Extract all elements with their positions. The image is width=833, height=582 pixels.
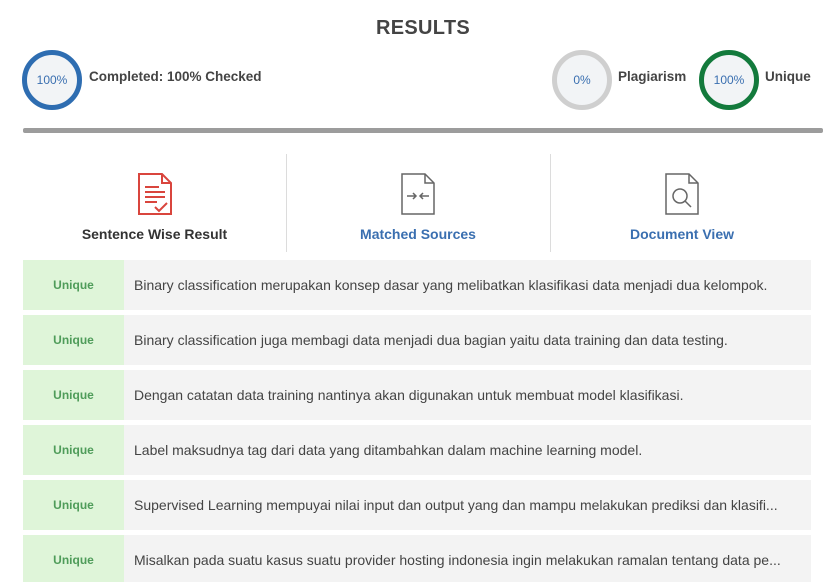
document-compare-icon bbox=[401, 173, 435, 215]
sentence-text-value: Misalkan pada suatu kasus suatu provider… bbox=[134, 552, 781, 568]
unique-value: 100% bbox=[713, 73, 745, 87]
sentence-text-value: Dengan catatan data training nantinya ak… bbox=[134, 387, 684, 403]
plagiarism-value: 0% bbox=[573, 73, 591, 87]
sentence-text: Misalkan pada suatu kasus suatu provider… bbox=[124, 535, 811, 582]
status-badge: Unique bbox=[23, 315, 124, 365]
results-page: RESULTS 100% Completed: 100% Checked 0% … bbox=[0, 0, 833, 582]
completed-value: 100% bbox=[36, 73, 68, 87]
sentence-text-value: Label maksudnya tag dari data yang ditam… bbox=[134, 442, 643, 458]
list-item[interactable]: Unique Supervised Learning mempuyai nila… bbox=[23, 480, 811, 530]
sentence-text-value: Supervised Learning mempuyai nilai input… bbox=[134, 497, 778, 513]
completed-gauge: 100% bbox=[22, 50, 82, 110]
status-badge: Unique bbox=[23, 480, 124, 530]
unique-label: Unique bbox=[765, 69, 811, 84]
tab-sentence-wise-result[interactable]: Sentence Wise Result bbox=[23, 154, 286, 252]
list-item[interactable]: Unique Misalkan pada suatu kasus suatu p… bbox=[23, 535, 811, 582]
list-item[interactable]: Unique Label maksudnya tag dari data yan… bbox=[23, 425, 811, 475]
unique-gauge: 100% bbox=[699, 50, 759, 110]
divider bbox=[23, 128, 823, 133]
sentence-text: Supervised Learning mempuyai nilai input… bbox=[124, 480, 811, 530]
result-tabs: Sentence Wise Result Matched Sources Doc… bbox=[23, 154, 813, 252]
sentence-text-value: Binary classification merupakan konsep d… bbox=[134, 277, 768, 293]
tab-document-view[interactable]: Document View bbox=[550, 154, 813, 252]
status-badge: Unique bbox=[23, 425, 124, 475]
list-item[interactable]: Unique Dengan catatan data training nant… bbox=[23, 370, 811, 420]
tab-label: Document View bbox=[630, 226, 734, 242]
status-badge: Unique bbox=[23, 370, 124, 420]
list-item[interactable]: Unique Binary classification juga membag… bbox=[23, 315, 811, 365]
sentence-text: Dengan catatan data training nantinya ak… bbox=[124, 370, 811, 420]
list-item[interactable]: Unique Binary classification merupakan k… bbox=[23, 260, 811, 310]
page-title: RESULTS bbox=[376, 17, 470, 39]
tab-label: Matched Sources bbox=[360, 226, 476, 242]
sentence-text: Label maksudnya tag dari data yang ditam… bbox=[124, 425, 811, 475]
tab-matched-sources[interactable]: Matched Sources bbox=[286, 154, 549, 252]
document-check-icon bbox=[137, 173, 172, 215]
sentence-text: Binary classification juga membagi data … bbox=[124, 315, 811, 365]
status-badge: Unique bbox=[23, 260, 124, 310]
completed-label: Completed: 100% Checked bbox=[89, 69, 262, 84]
document-search-icon bbox=[665, 173, 699, 215]
status-badge: Unique bbox=[23, 535, 124, 582]
sentence-text-value: Binary classification juga membagi data … bbox=[134, 332, 728, 348]
sentence-text: Binary classification merupakan konsep d… bbox=[124, 260, 811, 310]
tab-label: Sentence Wise Result bbox=[81, 226, 228, 242]
plagiarism-label: Plagiarism bbox=[618, 69, 687, 84]
plagiarism-gauge: 0% bbox=[552, 50, 612, 110]
